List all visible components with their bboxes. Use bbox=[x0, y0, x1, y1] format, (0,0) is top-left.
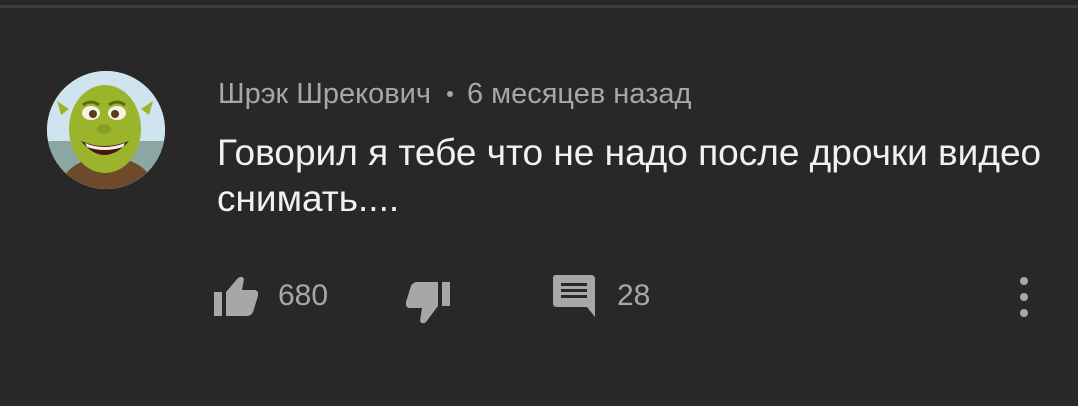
comment-icon bbox=[553, 275, 595, 317]
thumb-up-icon bbox=[214, 276, 258, 316]
author-name[interactable]: Шрэк Шрекович bbox=[218, 78, 431, 111]
more-vertical-icon bbox=[1020, 277, 1028, 317]
separator-dot bbox=[446, 91, 453, 97]
timestamp[interactable]: 6 месяцев назад bbox=[467, 78, 692, 111]
comment-meta: Шрэк Шрекович 6 месяцев назад bbox=[218, 76, 691, 112]
dislike-button[interactable] bbox=[406, 280, 450, 324]
comment-text: Говорил я тебе что не надо после дрочки … bbox=[217, 132, 1042, 219]
top-divider bbox=[0, 5, 1078, 8]
reply-button[interactable]: 28 bbox=[553, 275, 651, 317]
reply-count: 28 bbox=[617, 279, 651, 312]
shrek-avatar-icon bbox=[47, 71, 165, 189]
like-count: 680 bbox=[278, 279, 329, 312]
more-options-button[interactable] bbox=[1010, 274, 1038, 320]
avatar[interactable] bbox=[47, 71, 165, 189]
like-button[interactable]: 680 bbox=[214, 276, 328, 316]
comment-screen: Шрэк Шрекович 6 месяцев назад Говорил я … bbox=[0, 0, 1078, 406]
thumb-down-icon bbox=[406, 282, 450, 324]
